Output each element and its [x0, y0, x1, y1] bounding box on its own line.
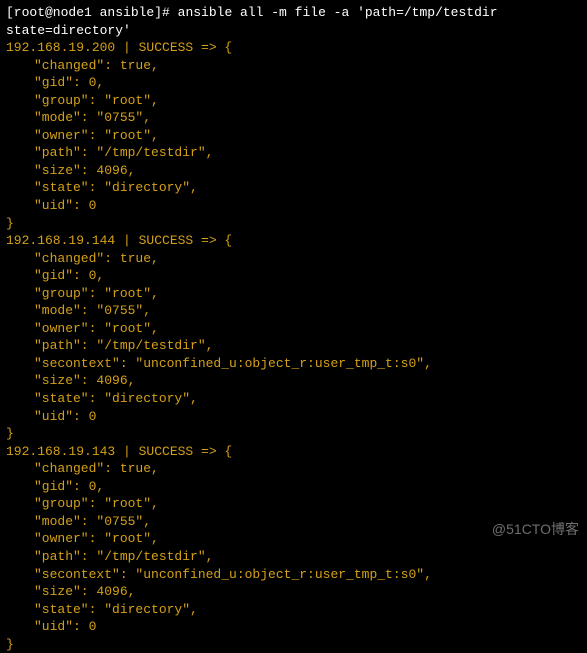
- json-field-line: "group": "root",: [6, 285, 581, 303]
- json-field-line: "mode": "0755",: [6, 109, 581, 127]
- json-field-line: "state": "directory",: [6, 601, 581, 619]
- shell-prompt-prefix: [root@node1 ansible]#: [6, 5, 178, 20]
- json-field-line: "state": "directory",: [6, 179, 581, 197]
- json-field-line: "gid": 0,: [6, 74, 581, 92]
- json-field-line: "state": "directory",: [6, 390, 581, 408]
- json-field-line: "size": 4096,: [6, 162, 581, 180]
- json-field-line: "secontext": "unconfined_u:object_r:user…: [6, 355, 581, 373]
- json-field-line: "owner": "root",: [6, 320, 581, 338]
- json-field-line: "changed": true,: [6, 250, 581, 268]
- json-field-line: "owner": "root",: [6, 530, 581, 548]
- json-field-line: "group": "root",: [6, 92, 581, 110]
- json-field-line: "path": "/tmp/testdir",: [6, 144, 581, 162]
- terminal-output: [root@node1 ansible]# ansible all -m fil…: [6, 4, 581, 653]
- json-field-line: "size": 4096,: [6, 583, 581, 601]
- json-close-brace: }: [6, 636, 581, 653]
- json-field-line: "gid": 0,: [6, 267, 581, 285]
- host-result-header: 192.168.19.200 | SUCCESS => {: [6, 39, 581, 57]
- json-field-line: "path": "/tmp/testdir",: [6, 548, 581, 566]
- shell-prompt-line: [root@node1 ansible]# ansible all -m fil…: [6, 4, 581, 39]
- json-field-line: "size": 4096,: [6, 372, 581, 390]
- json-field-line: "gid": 0,: [6, 478, 581, 496]
- host-result-header: 192.168.19.143 | SUCCESS => {: [6, 443, 581, 461]
- host-result-header: 192.168.19.144 | SUCCESS => {: [6, 232, 581, 250]
- json-field-line: "secontext": "unconfined_u:object_r:user…: [6, 566, 581, 584]
- json-close-brace: }: [6, 215, 581, 233]
- json-field-line: "path": "/tmp/testdir",: [6, 337, 581, 355]
- json-field-line: "uid": 0: [6, 618, 581, 636]
- json-field-line: "uid": 0: [6, 408, 581, 426]
- json-field-line: "changed": true,: [6, 460, 581, 478]
- json-field-line: "uid": 0: [6, 197, 581, 215]
- json-field-line: "group": "root",: [6, 495, 581, 513]
- json-field-line: "mode": "0755",: [6, 513, 581, 531]
- json-field-line: "owner": "root",: [6, 127, 581, 145]
- json-field-line: "changed": true,: [6, 57, 581, 75]
- json-close-brace: }: [6, 425, 581, 443]
- json-field-line: "mode": "0755",: [6, 302, 581, 320]
